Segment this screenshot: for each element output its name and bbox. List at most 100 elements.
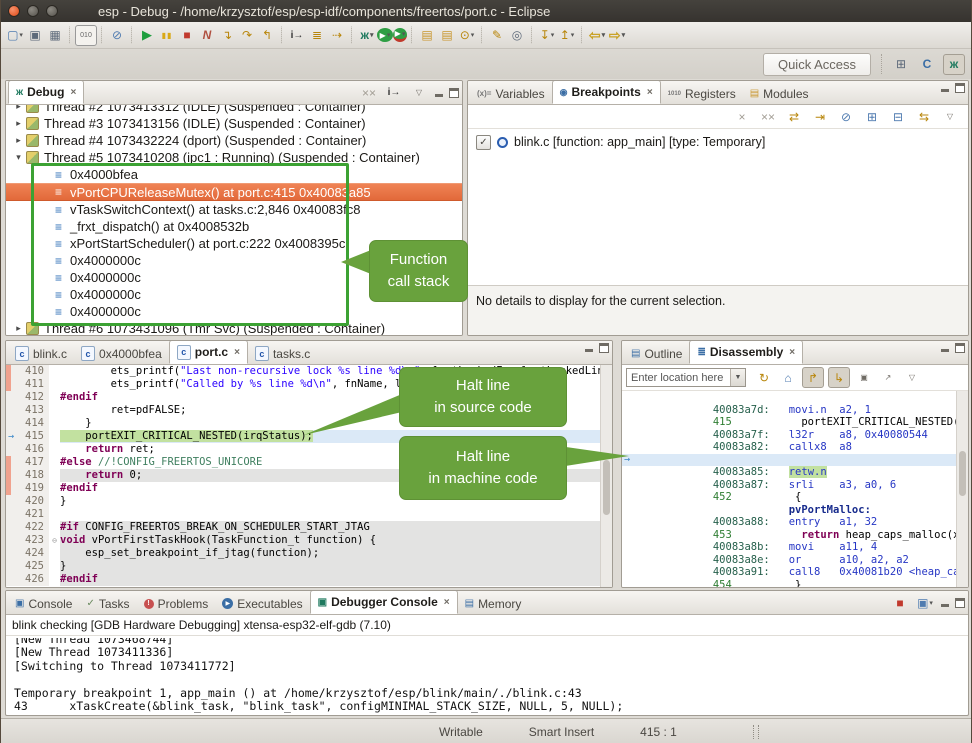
tree-twisty-icon[interactable]: ▸ bbox=[12, 105, 25, 112]
debug-tree-row[interactable]: ≡ _frxt_dispatch() at 0x4008532b bbox=[6, 218, 462, 235]
scrollbar-thumb[interactable] bbox=[959, 451, 966, 496]
skip-all-breakpoints-icon[interactable]: ⊘ bbox=[836, 107, 856, 126]
maximize-view-icon[interactable] bbox=[955, 343, 965, 353]
tree-twisty-icon[interactable]: ▸ bbox=[12, 135, 25, 146]
dropdown-caret-icon[interactable]: ▾ bbox=[622, 31, 626, 39]
window-close-icon[interactable] bbox=[8, 5, 20, 17]
expand-all-icon[interactable]: ⊞ bbox=[862, 107, 882, 126]
disassembly-row[interactable]: 420 } bbox=[622, 441, 968, 454]
disassembly-listing[interactable]: 40083a7d: movi.n a2, 1 415 portEXIT_CRIT… bbox=[622, 391, 968, 588]
console-tab[interactable]: ▣ Console × bbox=[8, 593, 79, 614]
dropdown-caret-icon[interactable]: ▾ bbox=[387, 31, 391, 39]
statusbar-grip[interactable] bbox=[753, 725, 759, 739]
go-to-file-icon[interactable]: ⇥ bbox=[810, 107, 830, 126]
editor-tab[interactable]: c port.c × bbox=[169, 340, 248, 364]
save-all-icon[interactable]: ▦▾ bbox=[45, 26, 65, 45]
suspend-icon[interactable]: ▮▮▾ bbox=[157, 26, 177, 45]
display-selected-console-icon[interactable]: ▣▾ bbox=[915, 593, 935, 612]
view-menu-icon[interactable]: ▽ bbox=[940, 107, 960, 126]
cpp-perspective-icon[interactable]: C bbox=[917, 55, 937, 74]
minimize-view-icon[interactable] bbox=[940, 83, 950, 93]
skip-all-breakpoints-icon[interactable]: ⊘▾ bbox=[107, 26, 127, 45]
toggle-annotations-icon[interactable]: ◎▾ bbox=[507, 26, 527, 45]
quick-access-button[interactable]: Quick Access bbox=[763, 53, 871, 76]
run-icon[interactable]: ▶▾ bbox=[377, 28, 393, 42]
fold-marker-icon[interactable] bbox=[49, 443, 60, 456]
editor-scrollbar[interactable] bbox=[600, 365, 612, 588]
disassembly-row[interactable]: 40083a82: callx8 a8 bbox=[622, 429, 968, 442]
disassembly-row[interactable]: 40083a7d: movi.n a2, 1 bbox=[622, 391, 968, 404]
open-new-view-icon[interactable]: ↗ bbox=[878, 368, 898, 387]
show-breakpoints-for-icon[interactable]: ⇄ bbox=[784, 107, 804, 126]
minimize-view-icon[interactable] bbox=[584, 343, 594, 353]
dropdown-caret-icon[interactable]: ▾ bbox=[602, 31, 606, 39]
fold-marker-icon[interactable] bbox=[49, 430, 60, 443]
maximize-view-icon[interactable] bbox=[955, 83, 965, 93]
view-tab[interactable]: ▤ Modules × bbox=[743, 83, 816, 104]
dropdown-caret-icon[interactable]: ▾ bbox=[471, 31, 475, 39]
debug-tree-row[interactable]: ▸ Thread #4 1073432224 (dport) (Suspende… bbox=[6, 132, 462, 149]
open-project-icon[interactable]: ▤▾ bbox=[437, 26, 457, 45]
debug-perspective-icon[interactable]: ж bbox=[943, 54, 965, 75]
disassembly-row[interactable]: 40083a7f: l32r a8, 0x40080544 bbox=[622, 416, 968, 429]
search-icon[interactable]: ⊙▾ bbox=[457, 26, 477, 45]
save-icon[interactable]: ▣▾ bbox=[25, 26, 45, 45]
copy-icon[interactable]: ▣ bbox=[854, 368, 874, 387]
fold-marker-icon[interactable] bbox=[49, 378, 60, 391]
dropdown-caret-icon[interactable]: ▾ bbox=[929, 599, 933, 607]
disassembly-row[interactable]: 452 { bbox=[622, 479, 968, 492]
step-into-icon[interactable]: ↴▾ bbox=[217, 26, 237, 45]
minimize-view-icon[interactable] bbox=[940, 598, 950, 608]
code-line[interactable]: 426 #endif bbox=[6, 573, 612, 586]
minimize-view-icon[interactable] bbox=[940, 343, 950, 353]
terminate-icon[interactable]: ■▾ bbox=[177, 26, 197, 45]
forward-icon[interactable]: ⇨▾ bbox=[607, 26, 627, 45]
tab-close-icon[interactable]: × bbox=[234, 347, 240, 358]
breakpoint-checkbox[interactable]: ✓ bbox=[476, 135, 491, 150]
disconnect-icon[interactable]: N▾ bbox=[197, 26, 217, 45]
remove-all-breakpoints-icon[interactable]: ×× bbox=[758, 107, 778, 126]
console-tab[interactable]: ▶ Executables × bbox=[215, 593, 309, 614]
remove-breakpoint-icon[interactable]: × bbox=[732, 107, 752, 126]
view-tab[interactable]: (x)= Variables × bbox=[470, 83, 552, 104]
fold-marker-icon[interactable] bbox=[49, 365, 60, 378]
disassembly-row[interactable]: 453 return heap_caps_malloc(xWantedSize bbox=[622, 516, 968, 529]
tab-close-icon[interactable]: × bbox=[647, 87, 653, 98]
terminate-icon[interactable]: ■▾ bbox=[890, 593, 910, 612]
code-line[interactable]: 422 #if CONFIG_FREERTOS_BREAK_ON_SCHEDUL… bbox=[6, 521, 612, 534]
combo-dropdown-icon[interactable]: ▼ bbox=[730, 369, 745, 386]
new-wizard-icon[interactable]: ▢▾ bbox=[5, 26, 25, 45]
console-tab[interactable]: ✓ Tasks × bbox=[79, 593, 136, 614]
mark-occurrences-icon[interactable]: ✎▾ bbox=[487, 26, 507, 45]
fold-marker-icon[interactable] bbox=[49, 404, 60, 417]
disassembly-row[interactable]: pvPortMalloc: bbox=[622, 491, 968, 504]
debug-tree-row[interactable]: ▾ Thread #5 1073410208 (ipc1 : Running) … bbox=[6, 149, 462, 166]
track-expression-icon[interactable]: ↱ bbox=[802, 367, 824, 388]
view-menu-icon[interactable]: ▽ bbox=[902, 368, 922, 387]
resume-icon[interactable]: ▶▾ bbox=[137, 26, 157, 45]
debug-tree-row[interactable]: ▸ Thread #2 1073413312 (IDLE) (Suspended… bbox=[6, 105, 462, 115]
debug-tree-row[interactable]: ≡ vTaskSwitchContext() at tasks.c:2,846 … bbox=[6, 201, 462, 218]
fold-marker-icon[interactable] bbox=[49, 482, 60, 495]
link-with-debug-icon[interactable]: ⇆ bbox=[914, 107, 934, 126]
breakpoint-row[interactable]: ✓ blink.c [function: app_main] [type: Te… bbox=[468, 133, 968, 151]
refresh-icon[interactable]: ↻ bbox=[754, 368, 774, 387]
separator[interactable]: ▾ bbox=[131, 26, 133, 44]
maximize-view-icon[interactable] bbox=[599, 343, 609, 353]
disassembly-row[interactable]: 40083a85: retw.n bbox=[622, 454, 968, 467]
tree-twisty-icon[interactable]: ▸ bbox=[12, 118, 25, 129]
dropdown-caret-icon[interactable]: ▾ bbox=[19, 31, 23, 39]
debug-tree-row[interactable]: ▸ Thread #6 1073431096 (Tmr Svc) (Suspen… bbox=[6, 320, 462, 336]
maximize-view-icon[interactable] bbox=[449, 88, 459, 98]
fold-marker-icon[interactable] bbox=[49, 469, 60, 482]
fold-marker-icon[interactable] bbox=[49, 573, 60, 586]
view-tab[interactable]: ▤ Outline × bbox=[624, 343, 689, 364]
debug-tree-row[interactable]: ▸ Thread #3 1073413156 (IDLE) (Suspended… bbox=[6, 115, 462, 132]
view-menu-icon[interactable]: ▽ bbox=[409, 83, 429, 102]
disassembly-row[interactable]: 40083a87: srli a3, a0, 6 bbox=[622, 466, 968, 479]
back-icon[interactable]: ⇦▾ bbox=[587, 26, 607, 45]
separator[interactable]: ▾ bbox=[351, 26, 353, 44]
tab-close-icon[interactable]: × bbox=[789, 347, 795, 358]
collapse-all-icon[interactable]: ⊟ bbox=[888, 107, 908, 126]
separator[interactable]: ▾ bbox=[581, 26, 583, 44]
